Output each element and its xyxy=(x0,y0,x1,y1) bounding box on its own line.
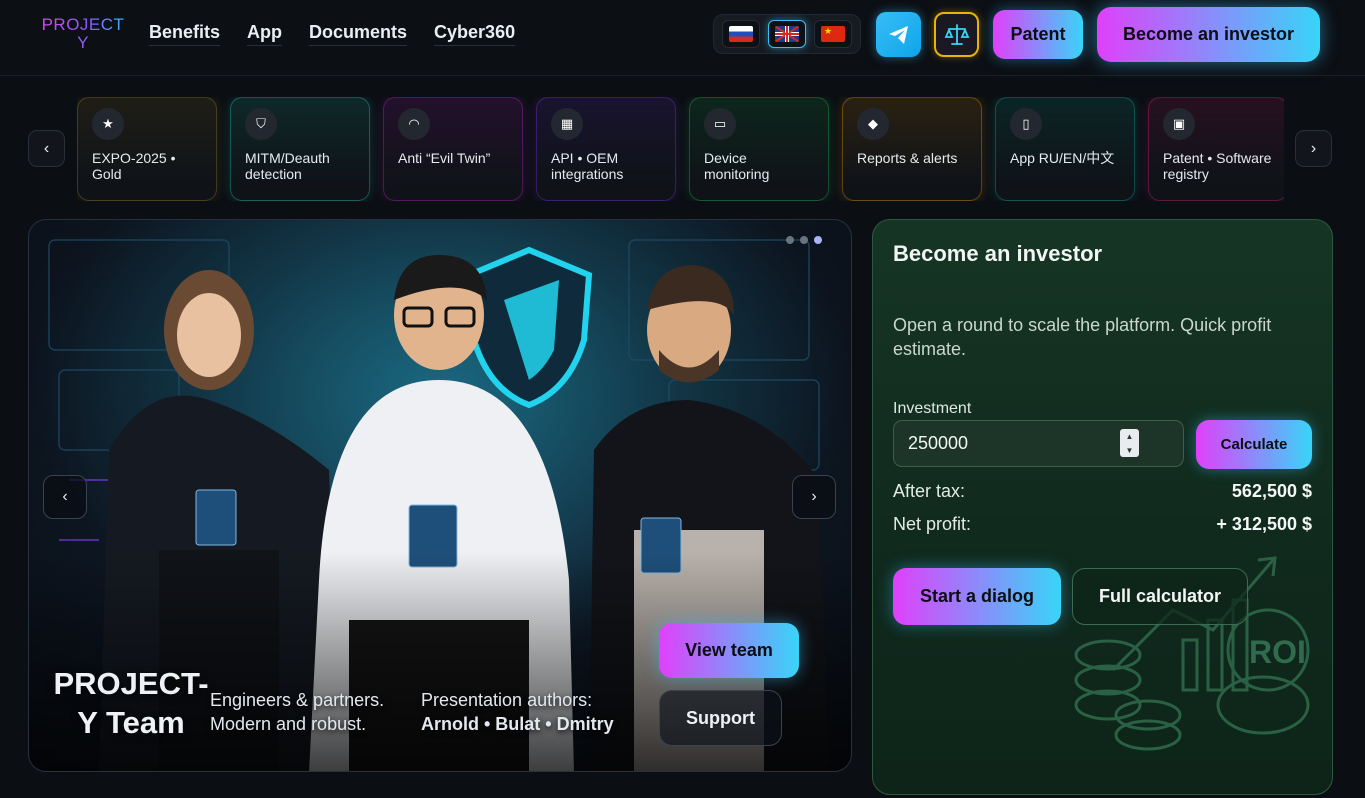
net-profit-value: + 312,500 $ xyxy=(1216,514,1312,534)
legal-button[interactable] xyxy=(934,12,979,57)
feature-card[interactable]: ▭ Device monitoring xyxy=(689,97,829,201)
features-prev-button[interactable]: ‹ xyxy=(28,130,65,167)
calculate-button[interactable]: Calculate xyxy=(1196,420,1312,469)
team-title: PROJECT-Y Team xyxy=(53,666,209,740)
wifi-icon: ◠ xyxy=(398,108,430,140)
nav-app[interactable]: App xyxy=(247,22,283,46)
authors-names: Arnold • Bulat • Dmitry xyxy=(421,714,614,734)
main-nav: Benefits App Documents Cyber360 xyxy=(149,22,516,46)
lang-ru-button[interactable] xyxy=(722,20,760,48)
slide-dot-active[interactable] xyxy=(814,236,822,244)
authors-label: Presentation authors: xyxy=(421,690,593,710)
stepper-up-icon[interactable]: ▲ xyxy=(1126,432,1134,441)
become-investor-button[interactable]: Become an investor xyxy=(1097,7,1320,62)
investor-title: Become an investor xyxy=(893,241,1103,266)
logo-line1: PROJECT xyxy=(41,15,125,34)
slide-indicators xyxy=(786,236,822,244)
scales-icon xyxy=(944,23,969,45)
feature-card[interactable]: ◆ Reports & alerts xyxy=(842,97,982,201)
uk-flag-icon xyxy=(775,26,799,42)
investment-stepper[interactable]: ▲ ▼ xyxy=(1120,429,1139,457)
full-calculator-button[interactable]: Full calculator xyxy=(1072,568,1248,625)
document-icon: ▣ xyxy=(1163,108,1195,140)
ru-flag-icon xyxy=(729,26,753,42)
stepper-down-icon[interactable]: ▼ xyxy=(1126,446,1134,455)
feature-card[interactable]: ▦ API • OEM integrations xyxy=(536,97,676,201)
feature-card[interactable]: ▯ App RU/EN/中文 xyxy=(995,97,1135,201)
features-carousel: ★ EXPO-2025 • Gold ⛉ MITM/Deauth detecti… xyxy=(77,97,1284,201)
logo[interactable]: PROJECT Y xyxy=(38,16,128,52)
feature-card[interactable]: ◠ Anti “Evil Twin” xyxy=(383,97,523,201)
telegram-button[interactable] xyxy=(876,12,921,57)
slide-dot[interactable] xyxy=(786,236,794,244)
feature-label: Reports & alerts xyxy=(857,150,958,166)
feature-label: EXPO-2025 • Gold xyxy=(92,150,176,182)
team-subtitle: Engineers & partners. Modern and robust. xyxy=(210,688,384,736)
logo-line2: Y xyxy=(77,33,89,52)
team-subtitle-line1: Engineers & partners. xyxy=(210,690,385,710)
investor-description: Open a round to scale the platform. Quic… xyxy=(893,315,1272,359)
feature-label: Patent • Software registry xyxy=(1163,150,1272,182)
grid-icon: ▦ xyxy=(551,108,583,140)
nav-benefits[interactable]: Benefits xyxy=(149,22,221,46)
patent-button[interactable]: Patent xyxy=(993,10,1083,59)
feature-label: API • OEM integrations xyxy=(551,150,624,182)
team-subtitle-line2: Modern and robust. xyxy=(210,714,367,734)
after-tax-value: 562,500 $ xyxy=(1231,481,1312,501)
feature-card[interactable]: ⛉ MITM/Deauth detection xyxy=(230,97,370,201)
star-icon: ★ xyxy=(92,108,124,140)
presentation-authors: Presentation authors: Arnold • Bulat • D… xyxy=(421,688,614,736)
investor-panel: ROI xyxy=(872,219,1333,795)
roi-coins-icon: ROI xyxy=(1074,556,1310,751)
monitor-icon: ▭ xyxy=(704,108,736,140)
features-next-button[interactable]: › xyxy=(1295,130,1332,167)
nav-cyber360[interactable]: Cyber360 xyxy=(434,22,516,46)
phone-icon: ▯ xyxy=(1010,108,1042,140)
investment-input[interactable] xyxy=(893,420,1184,467)
feature-label: App RU/EN/中文 xyxy=(1010,150,1115,166)
feature-label: Device monitoring xyxy=(704,150,770,182)
roi-text: ROI xyxy=(1249,634,1306,670)
lang-cn-button[interactable]: ★ xyxy=(814,20,852,48)
after-tax-label: After tax: xyxy=(893,481,966,501)
feature-card[interactable]: ▣ Patent • Software registry xyxy=(1148,97,1284,201)
hero-prev-button[interactable]: ‹ xyxy=(43,475,87,519)
feature-label: Anti “Evil Twin” xyxy=(398,150,491,166)
nav-documents[interactable]: Documents xyxy=(309,22,408,46)
support-button[interactable]: Support xyxy=(659,690,782,746)
shield-icon: ⛉ xyxy=(245,108,277,140)
top-header: PROJECT Y Benefits App Documents Cyber36… xyxy=(0,0,1365,76)
hero-next-button[interactable]: › xyxy=(792,475,836,519)
slide-dot[interactable] xyxy=(800,236,808,244)
start-dialog-button[interactable]: Start a dialog xyxy=(893,568,1061,625)
bell-icon: ◆ xyxy=(857,108,889,140)
feature-label: MITM/Deauth detection xyxy=(245,150,330,182)
net-profit-label: Net profit: xyxy=(893,514,972,534)
language-switcher: ★ xyxy=(713,14,861,54)
cn-flag-icon: ★ xyxy=(821,26,845,42)
feature-card[interactable]: ★ EXPO-2025 • Gold xyxy=(77,97,217,201)
investment-label: Investment xyxy=(893,400,972,417)
lang-en-button[interactable] xyxy=(768,20,806,48)
telegram-icon xyxy=(888,25,908,44)
view-team-button[interactable]: View team xyxy=(659,623,799,678)
